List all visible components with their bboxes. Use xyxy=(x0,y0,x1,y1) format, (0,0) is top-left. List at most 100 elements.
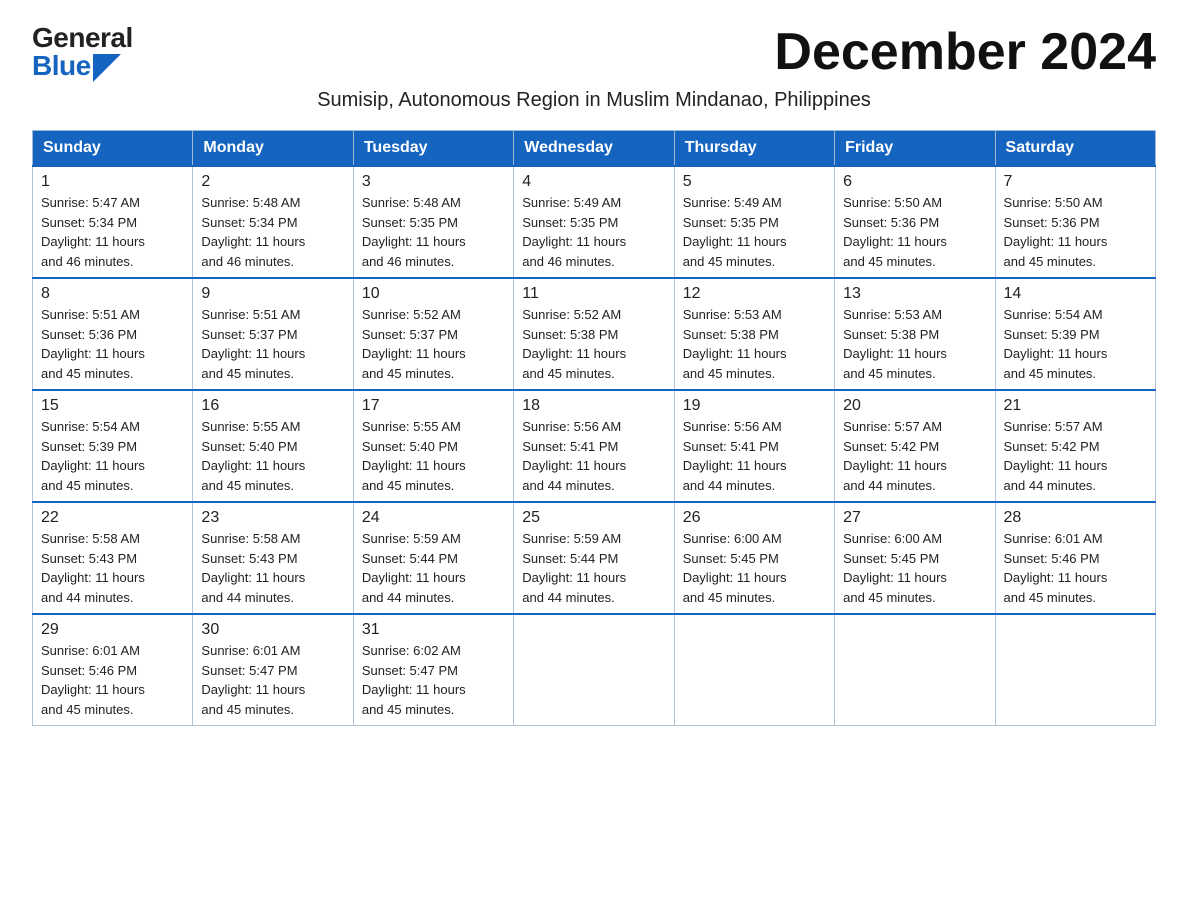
weekday-header-saturday: Saturday xyxy=(995,131,1155,167)
logo-triangle-icon xyxy=(93,54,121,82)
day-info: Sunrise: 6:01 AMSunset: 5:47 PMDaylight:… xyxy=(201,643,305,717)
calendar-cell: 17 Sunrise: 5:55 AMSunset: 5:40 PMDaylig… xyxy=(353,390,513,502)
logo-blue-text: Blue xyxy=(32,52,121,80)
calendar-cell: 22 Sunrise: 5:58 AMSunset: 5:43 PMDaylig… xyxy=(33,502,193,614)
logo-general-text: General xyxy=(32,24,133,52)
day-number: 26 xyxy=(683,509,826,527)
week-row-3: 15 Sunrise: 5:54 AMSunset: 5:39 PMDaylig… xyxy=(33,390,1156,502)
calendar-cell xyxy=(995,614,1155,726)
calendar-cell: 1 Sunrise: 5:47 AMSunset: 5:34 PMDayligh… xyxy=(33,166,193,278)
calendar-cell: 13 Sunrise: 5:53 AMSunset: 5:38 PMDaylig… xyxy=(835,278,995,390)
day-number: 1 xyxy=(41,173,184,191)
day-info: Sunrise: 6:00 AMSunset: 5:45 PMDaylight:… xyxy=(683,531,787,605)
subtitle: Sumisip, Autonomous Region in Muslim Min… xyxy=(32,89,1156,112)
day-number: 28 xyxy=(1004,509,1147,527)
day-info: Sunrise: 5:48 AMSunset: 5:34 PMDaylight:… xyxy=(201,195,305,269)
calendar-cell: 24 Sunrise: 5:59 AMSunset: 5:44 PMDaylig… xyxy=(353,502,513,614)
day-info: Sunrise: 5:48 AMSunset: 5:35 PMDaylight:… xyxy=(362,195,466,269)
day-number: 5 xyxy=(683,173,826,191)
calendar-cell: 20 Sunrise: 5:57 AMSunset: 5:42 PMDaylig… xyxy=(835,390,995,502)
day-number: 20 xyxy=(843,397,986,415)
day-number: 11 xyxy=(522,285,665,303)
calendar-cell: 12 Sunrise: 5:53 AMSunset: 5:38 PMDaylig… xyxy=(674,278,834,390)
calendar-cell: 15 Sunrise: 5:54 AMSunset: 5:39 PMDaylig… xyxy=(33,390,193,502)
weekday-header-tuesday: Tuesday xyxy=(353,131,513,167)
weekday-header-sunday: Sunday xyxy=(33,131,193,167)
calendar-cell: 18 Sunrise: 5:56 AMSunset: 5:41 PMDaylig… xyxy=(514,390,674,502)
day-number: 4 xyxy=(522,173,665,191)
calendar-cell: 6 Sunrise: 5:50 AMSunset: 5:36 PMDayligh… xyxy=(835,166,995,278)
day-number: 24 xyxy=(362,509,505,527)
day-info: Sunrise: 5:49 AMSunset: 5:35 PMDaylight:… xyxy=(683,195,787,269)
day-number: 3 xyxy=(362,173,505,191)
calendar-cell xyxy=(514,614,674,726)
day-info: Sunrise: 5:51 AMSunset: 5:36 PMDaylight:… xyxy=(41,307,145,381)
week-row-5: 29 Sunrise: 6:01 AMSunset: 5:46 PMDaylig… xyxy=(33,614,1156,726)
day-number: 22 xyxy=(41,509,184,527)
day-info: Sunrise: 5:59 AMSunset: 5:44 PMDaylight:… xyxy=(522,531,626,605)
day-number: 29 xyxy=(41,621,184,639)
calendar-cell xyxy=(835,614,995,726)
calendar-cell: 27 Sunrise: 6:00 AMSunset: 5:45 PMDaylig… xyxy=(835,502,995,614)
day-number: 13 xyxy=(843,285,986,303)
day-info: Sunrise: 5:49 AMSunset: 5:35 PMDaylight:… xyxy=(522,195,626,269)
day-number: 30 xyxy=(201,621,344,639)
calendar-cell: 4 Sunrise: 5:49 AMSunset: 5:35 PMDayligh… xyxy=(514,166,674,278)
weekday-header-row: SundayMondayTuesdayWednesdayThursdayFrid… xyxy=(33,131,1156,167)
logo: General Blue xyxy=(32,24,133,80)
day-info: Sunrise: 5:58 AMSunset: 5:43 PMDaylight:… xyxy=(201,531,305,605)
day-info: Sunrise: 5:55 AMSunset: 5:40 PMDaylight:… xyxy=(362,419,466,493)
week-row-4: 22 Sunrise: 5:58 AMSunset: 5:43 PMDaylig… xyxy=(33,502,1156,614)
page-title: December 2024 xyxy=(774,24,1156,81)
day-number: 15 xyxy=(41,397,184,415)
day-number: 31 xyxy=(362,621,505,639)
day-info: Sunrise: 5:57 AMSunset: 5:42 PMDaylight:… xyxy=(1004,419,1108,493)
calendar-cell: 31 Sunrise: 6:02 AMSunset: 5:47 PMDaylig… xyxy=(353,614,513,726)
calendar-table: SundayMondayTuesdayWednesdayThursdayFrid… xyxy=(32,130,1156,726)
day-info: Sunrise: 5:50 AMSunset: 5:36 PMDaylight:… xyxy=(1004,195,1108,269)
day-info: Sunrise: 5:56 AMSunset: 5:41 PMDaylight:… xyxy=(522,419,626,493)
calendar-cell: 29 Sunrise: 6:01 AMSunset: 5:46 PMDaylig… xyxy=(33,614,193,726)
calendar-cell: 8 Sunrise: 5:51 AMSunset: 5:36 PMDayligh… xyxy=(33,278,193,390)
day-info: Sunrise: 5:54 AMSunset: 5:39 PMDaylight:… xyxy=(41,419,145,493)
day-number: 10 xyxy=(362,285,505,303)
week-row-2: 8 Sunrise: 5:51 AMSunset: 5:36 PMDayligh… xyxy=(33,278,1156,390)
day-info: Sunrise: 6:01 AMSunset: 5:46 PMDaylight:… xyxy=(1004,531,1108,605)
day-info: Sunrise: 5:55 AMSunset: 5:40 PMDaylight:… xyxy=(201,419,305,493)
day-number: 17 xyxy=(362,397,505,415)
calendar-cell xyxy=(674,614,834,726)
day-info: Sunrise: 5:53 AMSunset: 5:38 PMDaylight:… xyxy=(843,307,947,381)
day-info: Sunrise: 5:47 AMSunset: 5:34 PMDaylight:… xyxy=(41,195,145,269)
day-number: 14 xyxy=(1004,285,1147,303)
calendar-cell: 21 Sunrise: 5:57 AMSunset: 5:42 PMDaylig… xyxy=(995,390,1155,502)
day-info: Sunrise: 5:56 AMSunset: 5:41 PMDaylight:… xyxy=(683,419,787,493)
day-number: 8 xyxy=(41,285,184,303)
calendar-cell: 30 Sunrise: 6:01 AMSunset: 5:47 PMDaylig… xyxy=(193,614,353,726)
weekday-header-monday: Monday xyxy=(193,131,353,167)
day-number: 25 xyxy=(522,509,665,527)
day-info: Sunrise: 6:02 AMSunset: 5:47 PMDaylight:… xyxy=(362,643,466,717)
day-info: Sunrise: 5:59 AMSunset: 5:44 PMDaylight:… xyxy=(362,531,466,605)
calendar-cell: 23 Sunrise: 5:58 AMSunset: 5:43 PMDaylig… xyxy=(193,502,353,614)
weekday-header-friday: Friday xyxy=(835,131,995,167)
day-number: 2 xyxy=(201,173,344,191)
calendar-cell: 25 Sunrise: 5:59 AMSunset: 5:44 PMDaylig… xyxy=(514,502,674,614)
day-info: Sunrise: 5:52 AMSunset: 5:37 PMDaylight:… xyxy=(362,307,466,381)
day-number: 16 xyxy=(201,397,344,415)
calendar-cell: 5 Sunrise: 5:49 AMSunset: 5:35 PMDayligh… xyxy=(674,166,834,278)
day-number: 21 xyxy=(1004,397,1147,415)
day-number: 7 xyxy=(1004,173,1147,191)
day-info: Sunrise: 6:00 AMSunset: 5:45 PMDaylight:… xyxy=(843,531,947,605)
calendar-cell: 11 Sunrise: 5:52 AMSunset: 5:38 PMDaylig… xyxy=(514,278,674,390)
weekday-header-thursday: Thursday xyxy=(674,131,834,167)
day-number: 9 xyxy=(201,285,344,303)
day-number: 19 xyxy=(683,397,826,415)
day-info: Sunrise: 5:58 AMSunset: 5:43 PMDaylight:… xyxy=(41,531,145,605)
calendar-cell: 26 Sunrise: 6:00 AMSunset: 5:45 PMDaylig… xyxy=(674,502,834,614)
day-number: 6 xyxy=(843,173,986,191)
day-number: 27 xyxy=(843,509,986,527)
header: General Blue December 2024 xyxy=(32,24,1156,81)
calendar-cell: 3 Sunrise: 5:48 AMSunset: 5:35 PMDayligh… xyxy=(353,166,513,278)
calendar-cell: 9 Sunrise: 5:51 AMSunset: 5:37 PMDayligh… xyxy=(193,278,353,390)
day-number: 23 xyxy=(201,509,344,527)
